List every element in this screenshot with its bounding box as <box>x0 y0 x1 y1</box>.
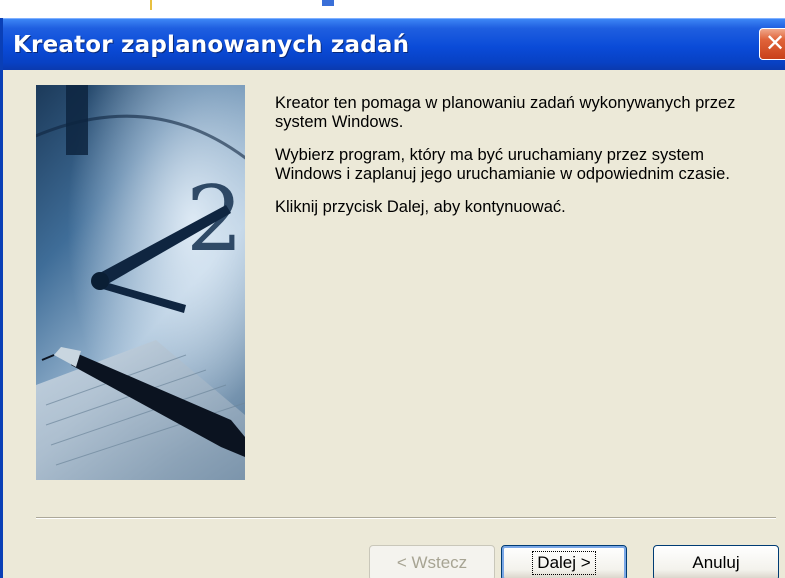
continue-paragraph: Kliknij przycisk Dalej, aby kontynuować. <box>275 198 566 216</box>
desktop-fragment <box>322 0 334 6</box>
desktop-fragment <box>150 0 152 10</box>
next-button[interactable]: Dalej > <box>501 545 627 578</box>
close-icon: ✕ <box>764 29 785 57</box>
window-title: Kreator zaplanowanych zadań <box>13 32 410 58</box>
wizard-illustration: 2 <box>36 85 245 480</box>
instruction-paragraph: Wybierz program, który ma być uruchamian… <box>275 146 730 183</box>
next-button-label: Dalej > <box>532 551 596 575</box>
wizard-dialog: Kreator zaplanowanych zadań ✕ Kreator te… <box>0 18 785 578</box>
desktop-strip <box>0 0 785 18</box>
back-button[interactable]: < Wstecz <box>369 545 495 578</box>
button-separator <box>36 517 776 519</box>
wizard-description: Kreator ten pomaga w planowaniu zadań wy… <box>275 94 745 231</box>
clock-and-pen-image: 2 <box>36 85 245 480</box>
close-button[interactable]: ✕ <box>759 28 785 60</box>
cancel-button[interactable]: Anuluj <box>653 545 779 578</box>
intro-paragraph: Kreator ten pomaga w planowaniu zadań wy… <box>275 94 736 131</box>
title-bar[interactable]: Kreator zaplanowanych zadań ✕ <box>3 18 785 70</box>
